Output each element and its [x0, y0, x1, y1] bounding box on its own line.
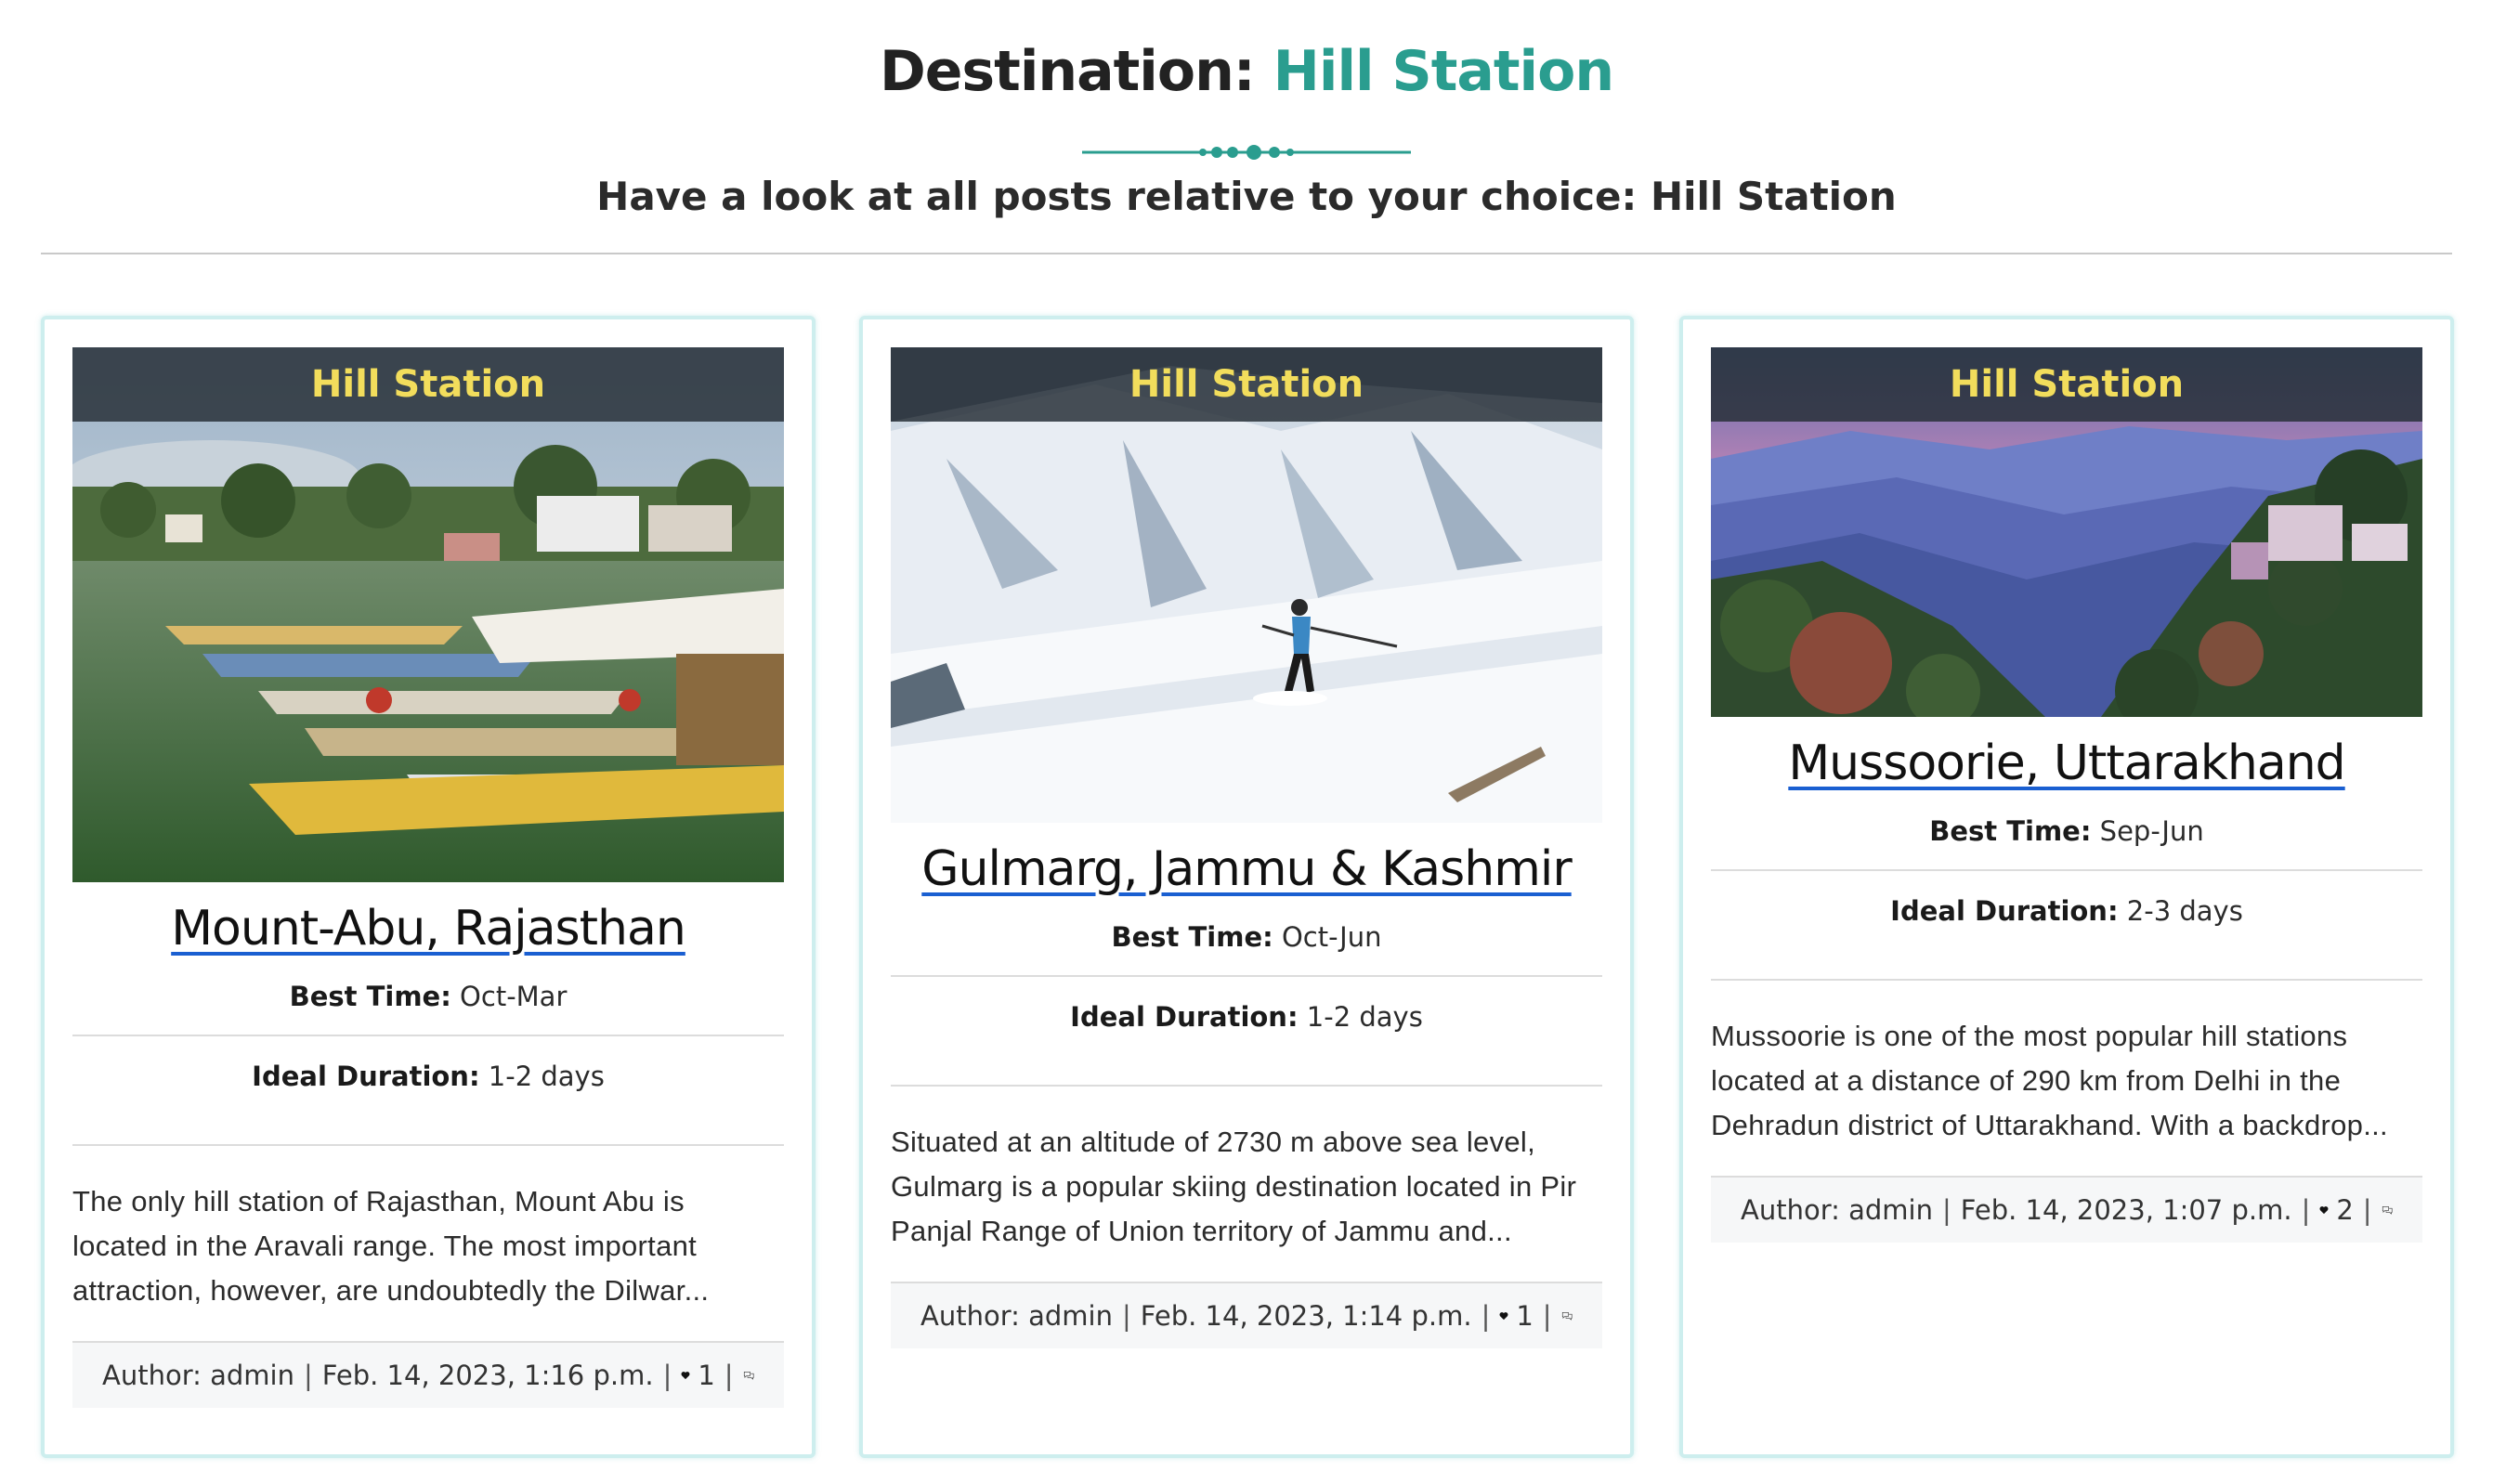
- page-title: Destination: Hill Station: [0, 39, 2493, 104]
- separator: |: [662, 1360, 672, 1391]
- post-card: Hill Station Mount-Abu, Rajasthan Best T…: [41, 316, 816, 1458]
- like-count: 2: [2336, 1194, 2354, 1226]
- separator: |: [724, 1360, 734, 1391]
- best-time-value: Sep-Jun: [2099, 815, 2204, 847]
- post-image-snow-skier[interactable]: Hill Station: [891, 347, 1602, 823]
- heart-icon[interactable]: [1499, 1302, 1508, 1330]
- duration-label: Ideal Duration:: [252, 1061, 480, 1092]
- post-footer: Author: admin | Feb. 14, 2023, 1:14 p.m.…: [891, 1282, 1602, 1348]
- post-excerpt: Mussoorie is one of the most popular hil…: [1711, 1020, 2388, 1141]
- heart-icon[interactable]: [2319, 1196, 2329, 1224]
- post-footer: Author: admin | Feb. 14, 2023, 1:07 p.m.…: [1711, 1176, 2422, 1243]
- comments-icon[interactable]: [743, 1360, 754, 1390]
- author-text: Author: admin: [1741, 1194, 1933, 1226]
- category-banner: Hill Station: [891, 347, 1602, 422]
- duration-row: Ideal Duration: 2-3 days: [1711, 871, 2422, 981]
- duration-row: Ideal Duration: 1-2 days: [891, 977, 1602, 1087]
- comments-icon[interactable]: [1561, 1301, 1573, 1331]
- best-time-label: Best Time:: [1929, 815, 2092, 847]
- separator: |: [2362, 1194, 2372, 1226]
- post-excerpt: Situated at an altitude of 2730 m above …: [891, 1126, 1577, 1247]
- separator: |: [2301, 1194, 2311, 1226]
- post-footer: Author: admin | Feb. 14, 2023, 1:16 p.m.…: [72, 1341, 784, 1408]
- best-time-label: Best Time:: [1111, 921, 1273, 953]
- title-prefix: Destination:: [879, 39, 1256, 104]
- post-image-mountain-valley[interactable]: Hill Station: [1711, 347, 2422, 717]
- post-title-link[interactable]: Mussoorie, Uttarakhand: [1711, 735, 2422, 791]
- header-divider: [41, 253, 2452, 254]
- like-count: 1: [698, 1360, 715, 1391]
- post-date: Feb. 14, 2023, 1:07 p.m.: [1960, 1194, 2292, 1226]
- lake-boats-image: [72, 347, 784, 882]
- post-card: Hill Station Mussoorie, Uttarakhand Best…: [1679, 316, 2454, 1458]
- separator: |: [1941, 1194, 1951, 1226]
- category-banner: Hill Station: [72, 347, 784, 422]
- author-text: Author: admin: [920, 1300, 1113, 1332]
- post-excerpt: The only hill station of Rajasthan, Moun…: [72, 1185, 710, 1307]
- like-count: 1: [1516, 1300, 1534, 1332]
- duration-row: Ideal Duration: 1-2 days: [72, 1036, 784, 1146]
- post-date: Feb. 14, 2023, 1:16 p.m.: [321, 1360, 654, 1391]
- duration-value: 1-2 days: [488, 1061, 605, 1092]
- best-time-row: Best Time: Oct-Jun: [891, 897, 1602, 977]
- post-title-link[interactable]: Mount-Abu, Rajasthan: [72, 901, 784, 957]
- author-text: Author: admin: [102, 1360, 294, 1391]
- post-card: Hill Station Gulmarg, Jammu & Kashmir Be…: [859, 316, 1634, 1458]
- best-time-row: Best Time: Oct-Mar: [72, 957, 784, 1036]
- ornament-divider-icon: [1082, 145, 1411, 160]
- separator: |: [1481, 1300, 1491, 1332]
- separator: |: [1542, 1300, 1552, 1332]
- post-image-lake-boats[interactable]: Hill Station: [72, 347, 784, 882]
- best-time-row: Best Time: Sep-Jun: [1711, 791, 2422, 871]
- duration-value: 2-3 days: [2126, 895, 2243, 927]
- separator: |: [1121, 1300, 1131, 1332]
- post-date: Feb. 14, 2023, 1:14 p.m.: [1140, 1300, 1472, 1332]
- title-accent: Hill Station: [1273, 39, 1614, 104]
- post-title-link[interactable]: Gulmarg, Jammu & Kashmir: [891, 841, 1602, 897]
- separator: |: [303, 1360, 313, 1391]
- category-banner: Hill Station: [1711, 347, 2422, 422]
- best-time-label: Best Time:: [289, 981, 451, 1012]
- heart-icon[interactable]: [681, 1361, 690, 1389]
- comments-icon[interactable]: [2382, 1195, 2393, 1225]
- page-subtitle: Have a look at all posts relative to you…: [596, 174, 1897, 219]
- duration-label: Ideal Duration:: [1890, 895, 2119, 927]
- best-time-value: Oct-Jun: [1281, 921, 1382, 953]
- duration-label: Ideal Duration:: [1070, 1001, 1299, 1033]
- best-time-value: Oct-Mar: [460, 981, 568, 1012]
- duration-value: 1-2 days: [1306, 1001, 1423, 1033]
